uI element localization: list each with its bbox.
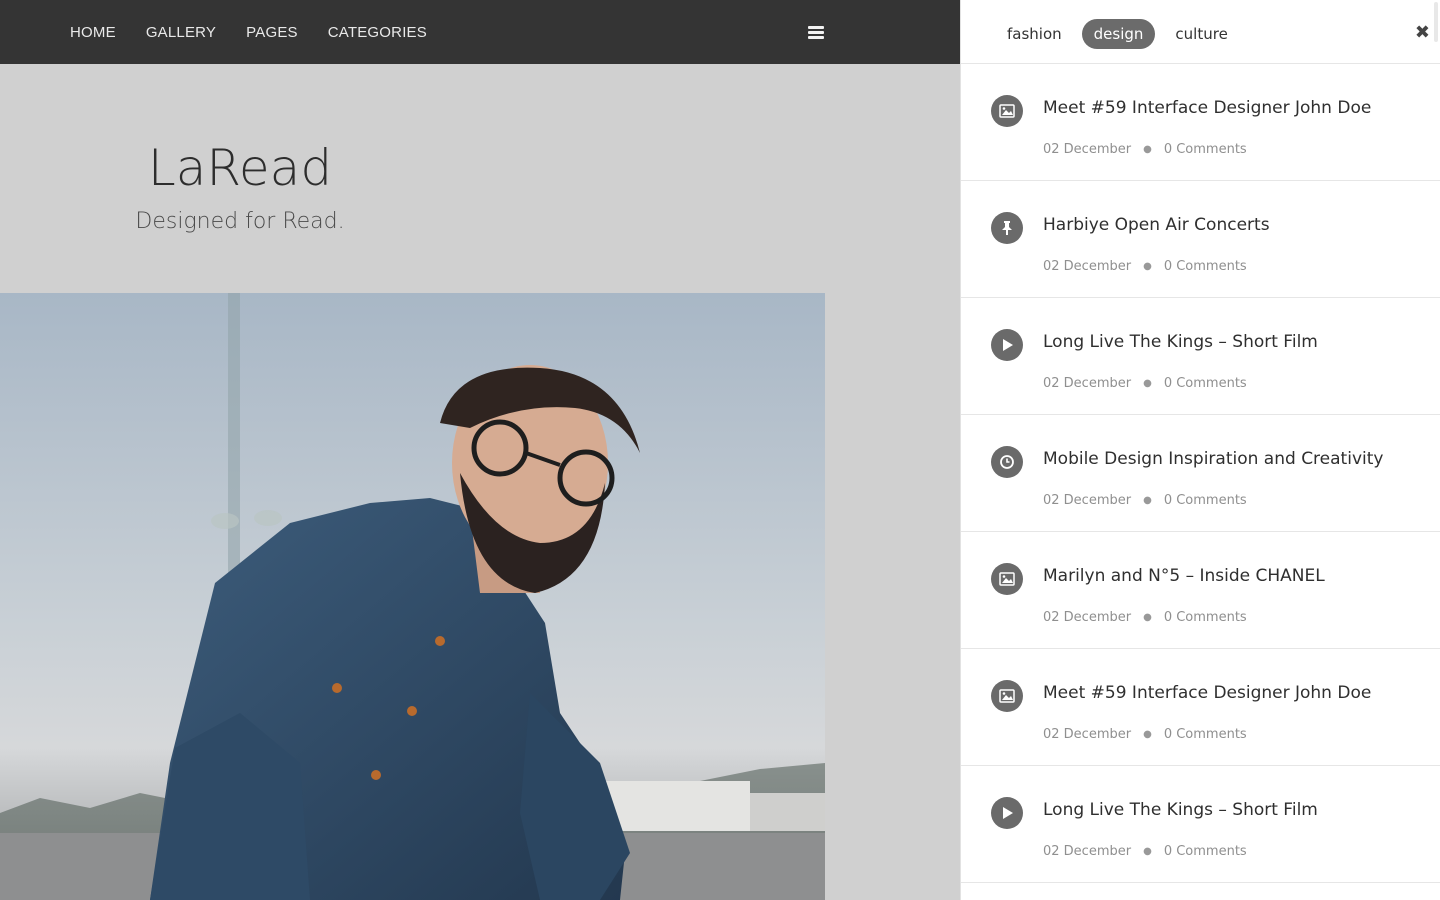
list-item: Meet #59 Interface Designer John Doe 02 …: [961, 649, 1440, 766]
post-meta: 02 December ● 0 Comments: [1043, 727, 1247, 742]
tab-design[interactable]: design: [1081, 19, 1156, 49]
post-meta: 02 December ● 0 Comments: [1043, 844, 1247, 859]
post-date: 02 December: [1043, 844, 1132, 859]
site-tagline: Designed for Read.: [135, 209, 345, 234]
post-meta: 02 December ● 0 Comments: [1043, 259, 1247, 274]
post-date: 02 December: [1043, 610, 1132, 625]
post-title[interactable]: Harbiye Open Air Concerts: [1043, 215, 1270, 235]
play-icon[interactable]: [991, 329, 1023, 361]
post-meta: 02 December ● 0 Comments: [1043, 376, 1247, 391]
drawer-header: fashion design culture ✖: [961, 0, 1440, 64]
post-comments[interactable]: 0 Comments: [1164, 376, 1247, 391]
post-title[interactable]: Long Live The Kings – Short Film: [1043, 332, 1318, 352]
list-item: Harbiye Open Air Concerts 02 December ● …: [961, 181, 1440, 298]
pin-icon[interactable]: [991, 212, 1023, 244]
image-icon[interactable]: [991, 563, 1023, 595]
post-comments[interactable]: 0 Comments: [1164, 142, 1247, 157]
featured-photo[interactable]: [0, 293, 825, 900]
post-list: Meet #59 Interface Designer John Doe 02 …: [961, 64, 1440, 883]
list-item: Long Live The Kings – Short Film 02 Dece…: [961, 298, 1440, 415]
post-date: 02 December: [1043, 259, 1132, 274]
post-date: 02 December: [1043, 142, 1132, 157]
post-date: 02 December: [1043, 376, 1132, 391]
post-meta: 02 December ● 0 Comments: [1043, 493, 1247, 508]
site-title[interactable]: LaRead: [0, 139, 480, 197]
list-item: Long Live The Kings – Short Film 02 Dece…: [961, 766, 1440, 883]
nav-item-categories[interactable]: CATEGORIES: [328, 24, 427, 41]
category-tabs: fashion design culture: [995, 19, 1248, 49]
post-comments[interactable]: 0 Comments: [1164, 610, 1247, 625]
separator-dot: ●: [1143, 846, 1152, 857]
post-date: 02 December: [1043, 493, 1132, 508]
tab-culture[interactable]: culture: [1163, 19, 1239, 49]
close-icon[interactable]: ✖: [1415, 22, 1430, 43]
post-comments[interactable]: 0 Comments: [1164, 727, 1247, 742]
category-drawer: fashion design culture ✖ Meet #59 Interf…: [960, 0, 1440, 900]
nav-item-gallery[interactable]: GALLERY: [146, 24, 216, 41]
post-title[interactable]: Mobile Design Inspiration and Creativity: [1043, 449, 1383, 469]
nav-item-pages[interactable]: PAGES: [246, 24, 298, 41]
tab-fashion[interactable]: fashion: [995, 19, 1074, 49]
hamburger-menu-icon[interactable]: [808, 26, 824, 40]
clock-icon[interactable]: [991, 446, 1023, 478]
play-icon[interactable]: [991, 797, 1023, 829]
list-item: Mobile Design Inspiration and Creativity…: [961, 415, 1440, 532]
separator-dot: ●: [1143, 261, 1152, 272]
separator-dot: ●: [1143, 612, 1152, 623]
post-comments[interactable]: 0 Comments: [1164, 493, 1247, 508]
post-title[interactable]: Long Live The Kings – Short Film: [1043, 800, 1318, 820]
post-comments[interactable]: 0 Comments: [1164, 259, 1247, 274]
post-title[interactable]: Meet #59 Interface Designer John Doe: [1043, 683, 1371, 703]
separator-dot: ●: [1143, 144, 1152, 155]
post-date: 02 December: [1043, 727, 1132, 742]
image-icon[interactable]: [991, 95, 1023, 127]
post-title[interactable]: Meet #59 Interface Designer John Doe: [1043, 98, 1371, 118]
top-navbar: HOME GALLERY PAGES CATEGORIES: [0, 0, 960, 64]
list-item: Marilyn and N°5 – Inside CHANEL 02 Decem…: [961, 532, 1440, 649]
list-item: Meet #59 Interface Designer John Doe 02 …: [961, 64, 1440, 181]
post-meta: 02 December ● 0 Comments: [1043, 610, 1247, 625]
separator-dot: ●: [1143, 729, 1152, 740]
image-icon[interactable]: [991, 680, 1023, 712]
post-comments[interactable]: 0 Comments: [1164, 844, 1247, 859]
post-title[interactable]: Marilyn and N°5 – Inside CHANEL: [1043, 566, 1325, 586]
nav-item-home[interactable]: HOME: [70, 24, 116, 41]
main-menu: HOME GALLERY PAGES CATEGORIES: [70, 0, 457, 64]
scrollbar[interactable]: [1434, 2, 1438, 42]
separator-dot: ●: [1143, 495, 1152, 506]
post-meta: 02 December ● 0 Comments: [1043, 142, 1247, 157]
separator-dot: ●: [1143, 378, 1152, 389]
